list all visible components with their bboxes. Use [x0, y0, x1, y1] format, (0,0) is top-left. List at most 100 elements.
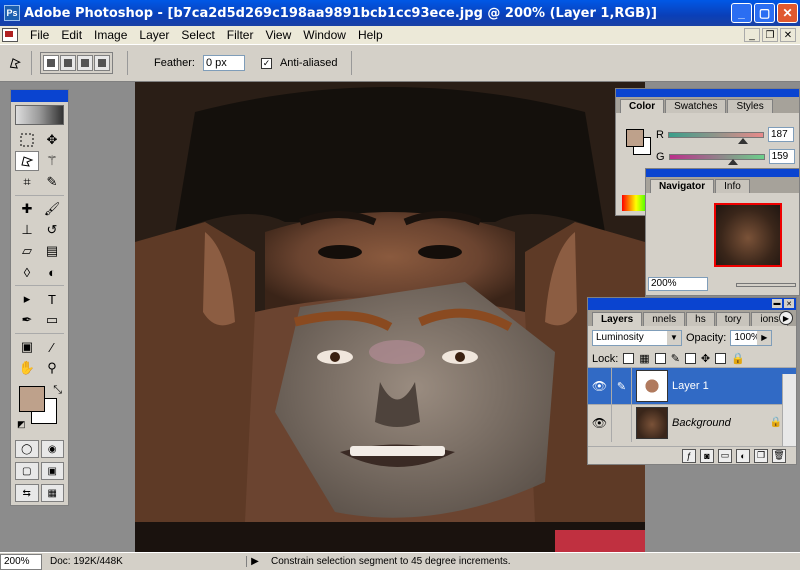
blur-tool-icon[interactable]: ◊ [15, 262, 39, 282]
swap-colors-icon[interactable]: ⤡ [53, 384, 62, 397]
clone-stamp-icon[interactable]: ⊥ [15, 220, 39, 240]
red-slider-handle[interactable] [738, 138, 748, 144]
navigator-panel-titlebar[interactable] [646, 169, 799, 177]
layer-row-background[interactable]: 👁 Background 🔒 [588, 404, 796, 442]
history-brush-icon[interactable]: ↺ [40, 220, 64, 240]
menu-select[interactable]: Select [175, 28, 220, 42]
opacity-input[interactable]: 100% ▶ [730, 330, 773, 346]
brush-tool-icon[interactable]: 🖌 [40, 199, 64, 219]
link-slot[interactable] [612, 404, 632, 442]
pen-tool-icon[interactable]: ✒ [15, 310, 39, 330]
menu-window[interactable]: Window [297, 28, 352, 42]
lock-transparency-checkbox[interactable] [623, 353, 635, 364]
visibility-eye-icon[interactable]: 👁 [588, 367, 612, 405]
intersect-selection-icon[interactable] [94, 55, 110, 71]
tab-styles[interactable]: Styles [727, 99, 773, 113]
default-colors-icon[interactable]: ◩ [17, 419, 26, 430]
panel-menu-icon[interactable]: ▶ [779, 311, 793, 325]
layers-scrollbar[interactable] [782, 374, 796, 448]
quick-mask-icon[interactable]: ◉ [40, 440, 64, 458]
color-fg-swatch[interactable] [626, 129, 644, 147]
navigator-thumbnail[interactable] [714, 203, 782, 267]
layers-panel-titlebar[interactable]: ▬ ✕ [588, 298, 796, 310]
tab-navigator[interactable]: Navigator [650, 179, 715, 193]
tab-channels[interactable]: nnels [643, 312, 686, 326]
red-value-input[interactable]: 187 [767, 127, 794, 142]
feather-input[interactable]: 0 px [202, 55, 245, 71]
move-tool-icon[interactable]: ✥ [40, 130, 64, 150]
gradient-tool-icon[interactable]: ▤ [40, 241, 64, 261]
marquee-tool-icon[interactable] [15, 130, 39, 150]
green-slider-handle[interactable] [728, 159, 738, 165]
adjustment-layer-icon[interactable]: ◐ [736, 448, 750, 463]
doc-close-button[interactable]: ✕ [780, 28, 796, 42]
eraser-tool-icon[interactable]: ▱ [15, 241, 39, 261]
jump-to-imageready-icon[interactable]: ⇆ [15, 484, 39, 502]
type-tool-icon[interactable]: T [40, 289, 64, 309]
imageready-icon[interactable]: ▦ [40, 484, 64, 502]
green-value-input[interactable]: 159 [768, 149, 795, 164]
crop-tool-icon[interactable]: ⌗ [15, 172, 39, 192]
trash-icon[interactable]: 🗑 [772, 448, 786, 463]
tab-paths[interactable]: hs [686, 312, 715, 326]
lasso-tool-preset-icon[interactable] [8, 51, 32, 75]
lock-position-checkbox[interactable] [684, 353, 696, 364]
maximize-button[interactable]: ▢ [754, 3, 775, 23]
subtract-selection-icon[interactable] [77, 55, 93, 71]
blend-mode-select[interactable]: Luminosity ▼ [592, 330, 682, 346]
tab-swatches[interactable]: Swatches [665, 99, 727, 113]
menu-layer[interactable]: Layer [133, 28, 175, 42]
standard-mode-icon[interactable]: ◯ [15, 440, 39, 458]
visibility-eye-icon[interactable]: 👁 [588, 404, 612, 442]
shape-tool-icon[interactable]: ▭ [40, 310, 64, 330]
slice-tool-icon[interactable]: ✎ [40, 172, 64, 192]
notes-tool-icon[interactable]: ▣ [15, 337, 39, 357]
adobe-online-logo[interactable] [15, 105, 64, 125]
red-slider[interactable] [667, 131, 764, 138]
navigator-zoom-slider[interactable] [736, 283, 796, 287]
healing-brush-icon[interactable]: ✚ [15, 199, 39, 219]
dodge-tool-icon[interactable]: ◐ [40, 262, 64, 282]
brush-edit-icon[interactable]: ✎ [612, 367, 632, 405]
magic-wand-icon[interactable]: ⚚ [40, 151, 64, 171]
menu-file[interactable]: File [24, 28, 55, 42]
screen-mode-standard-icon[interactable]: ▢ [15, 462, 39, 480]
document-icon[interactable] [2, 28, 18, 42]
menu-image[interactable]: Image [88, 28, 133, 42]
tab-info[interactable]: Info [715, 179, 750, 193]
layer-row-layer-1[interactable]: 👁 ✎ Layer 1 [588, 367, 796, 405]
zoom-tool-icon[interactable]: ⚲ [40, 358, 64, 378]
toolbox-titlebar[interactable] [11, 90, 68, 102]
eyedropper-icon[interactable]: ⁄ [40, 337, 64, 357]
screen-mode-full-icon[interactable]: ▣ [40, 462, 64, 480]
minimize-button[interactable]: _ [731, 3, 752, 23]
doc-minimize-button[interactable]: _ [744, 28, 760, 42]
doc-restore-button[interactable]: ❐ [762, 28, 778, 42]
status-menu-arrow-icon[interactable]: ▶ [247, 556, 263, 567]
lasso-tool-icon[interactable] [15, 151, 39, 171]
menu-edit[interactable]: Edit [55, 28, 88, 42]
new-layer-icon[interactable]: ❐ [754, 448, 768, 463]
new-selection-icon[interactable] [43, 55, 59, 71]
navigator-zoom-input[interactable]: 200% [648, 277, 708, 291]
antialias-checkbox[interactable]: ✓ [260, 57, 272, 69]
lock-image-checkbox[interactable] [654, 353, 666, 364]
hand-tool-icon[interactable]: ✋ [15, 358, 39, 378]
panel-close-button[interactable]: ✕ [784, 299, 794, 308]
menu-view[interactable]: View [259, 28, 297, 42]
layer-style-icon[interactable]: ƒ [682, 448, 696, 463]
close-button[interactable]: ✕ [777, 3, 798, 23]
path-select-icon[interactable]: ▸ [15, 289, 39, 309]
green-slider[interactable] [668, 153, 765, 160]
add-selection-icon[interactable] [60, 55, 76, 71]
new-set-icon[interactable]: ▭ [718, 448, 732, 463]
menu-help[interactable]: Help [352, 28, 389, 42]
lock-all-checkbox[interactable] [715, 353, 727, 364]
tab-history[interactable]: tory [715, 312, 751, 326]
document-canvas[interactable] [135, 82, 645, 552]
tab-color[interactable]: Color [620, 99, 665, 113]
tab-layers[interactable]: Layers [592, 312, 643, 326]
foreground-color-swatch[interactable] [19, 386, 45, 412]
menu-filter[interactable]: Filter [221, 28, 260, 42]
panel-minimize-button[interactable]: ▬ [772, 299, 782, 308]
